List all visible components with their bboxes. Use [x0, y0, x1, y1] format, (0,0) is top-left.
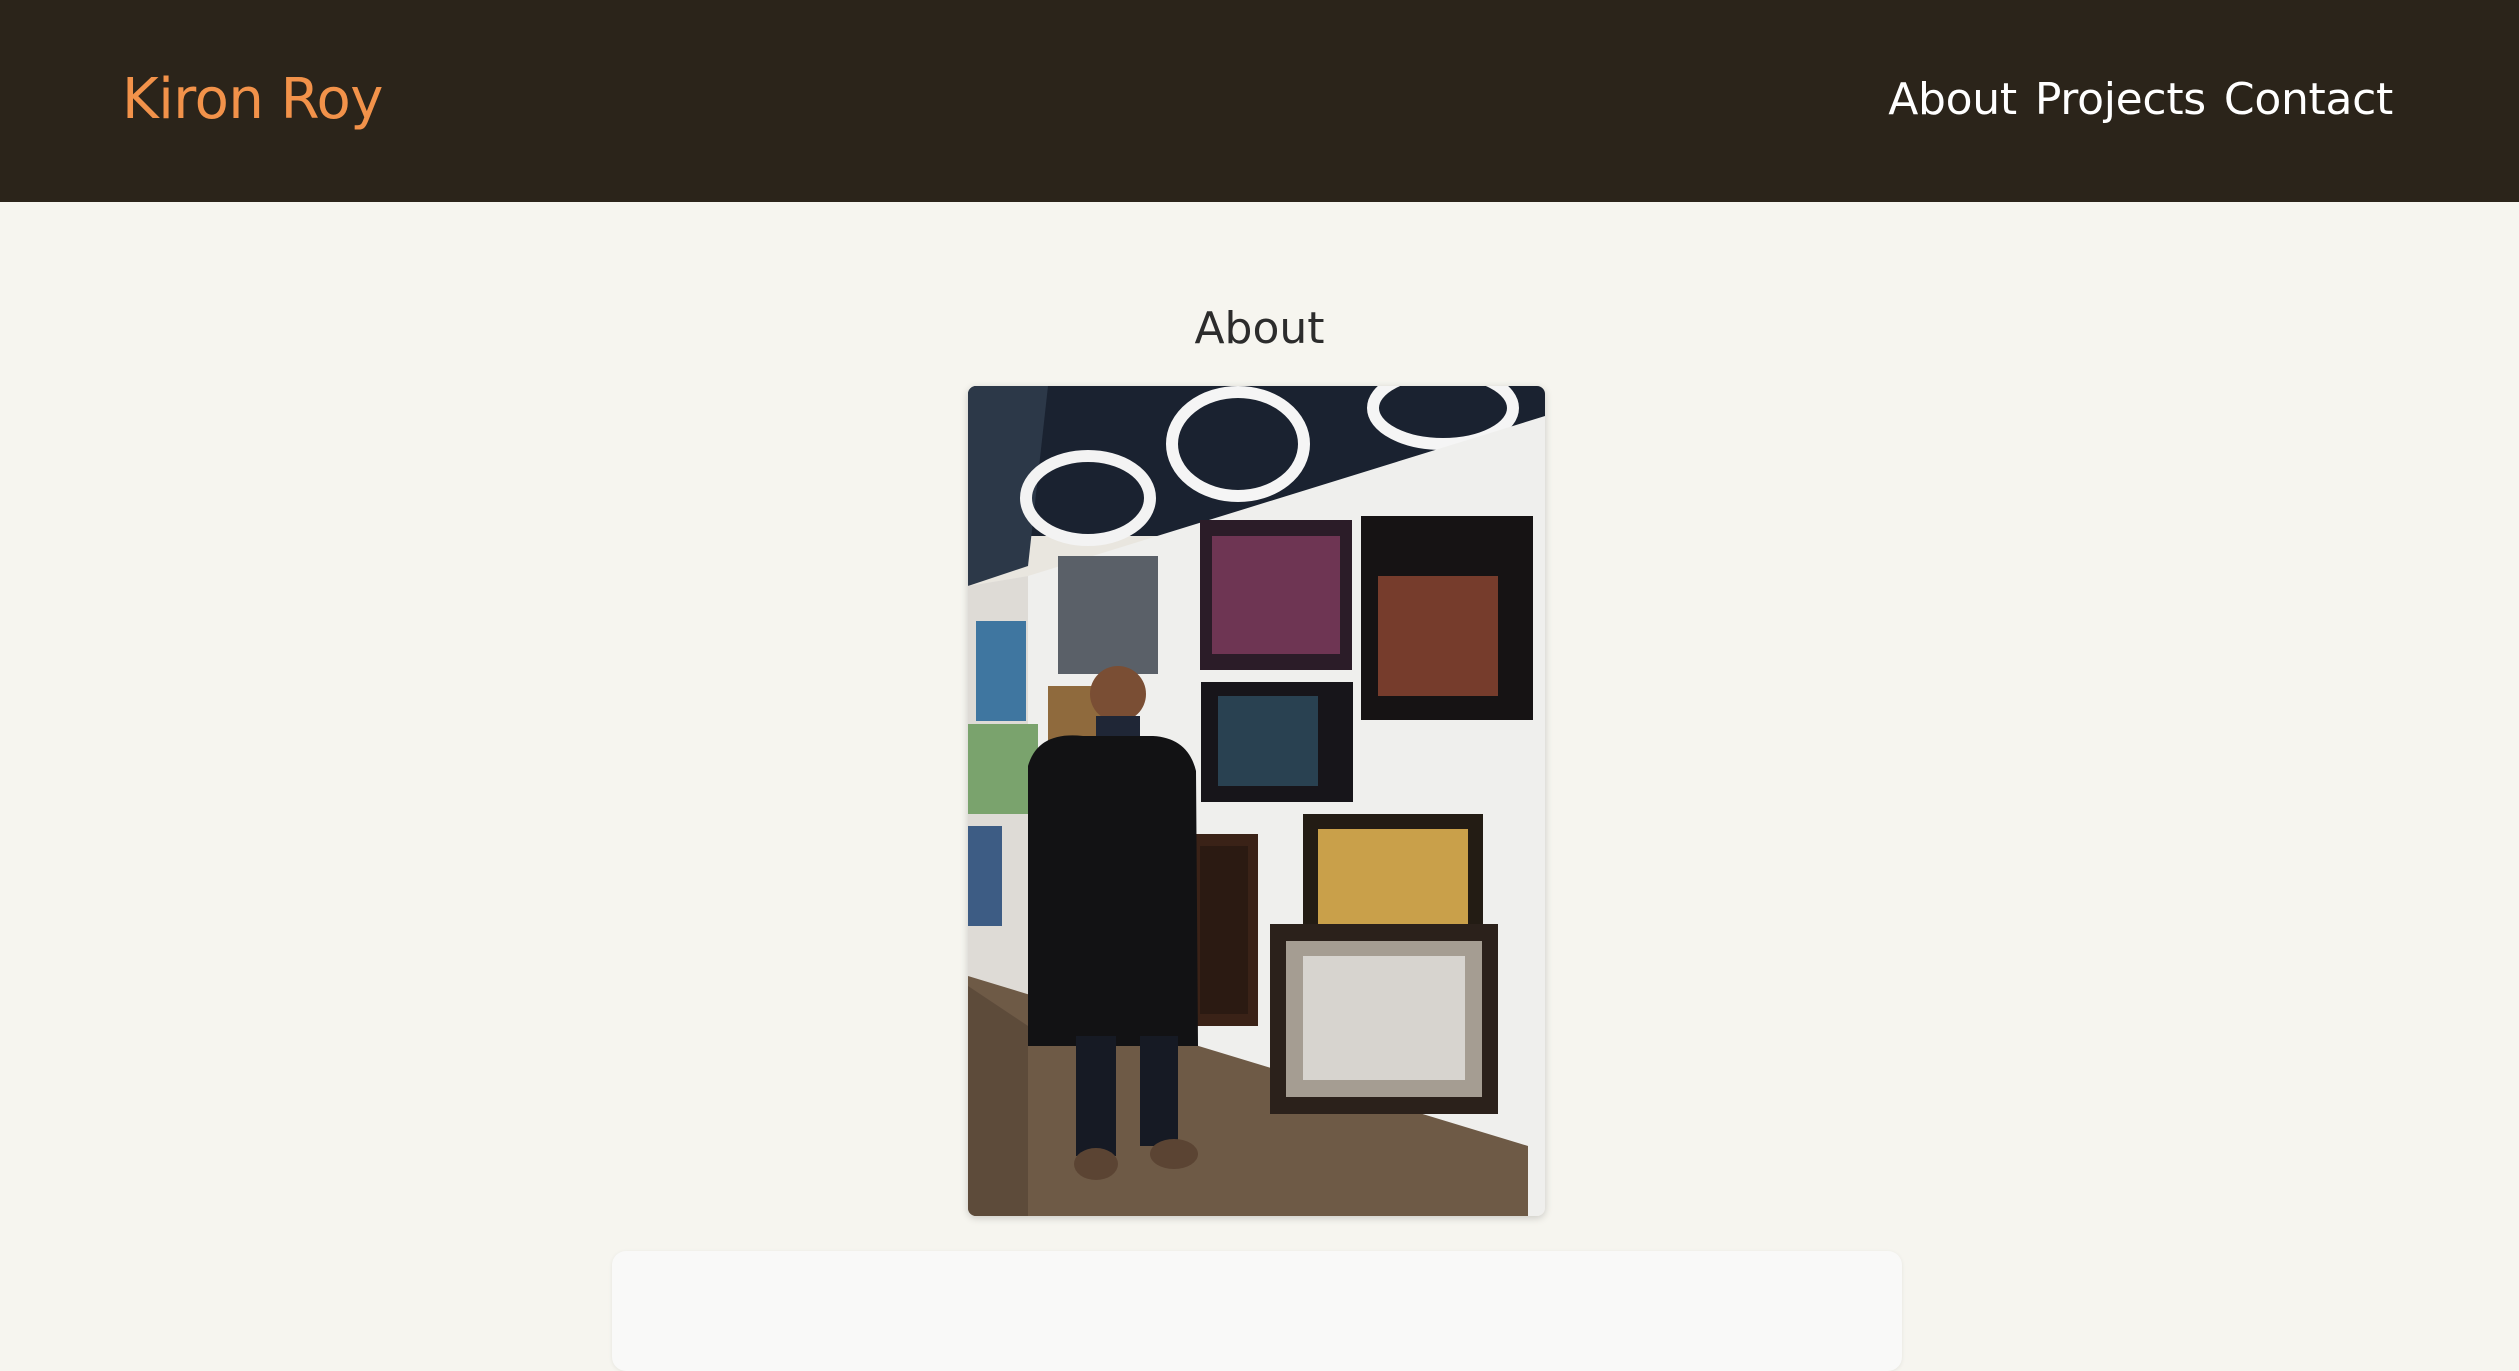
brand-link[interactable]: Kiron Roy	[122, 60, 383, 140]
site-header: Kiron Roy About Projects Contact	[0, 0, 2519, 202]
nav-contact-link[interactable]: Contact	[2224, 60, 2393, 140]
nav-projects-link[interactable]: Projects	[2035, 60, 2206, 140]
page-title: About	[1194, 303, 1325, 354]
nav-about-link[interactable]: About	[1888, 60, 2017, 140]
main-nav: About Projects Contact	[1888, 60, 2393, 140]
about-content-card	[612, 1251, 1902, 1371]
profile-photo	[968, 386, 1545, 1216]
